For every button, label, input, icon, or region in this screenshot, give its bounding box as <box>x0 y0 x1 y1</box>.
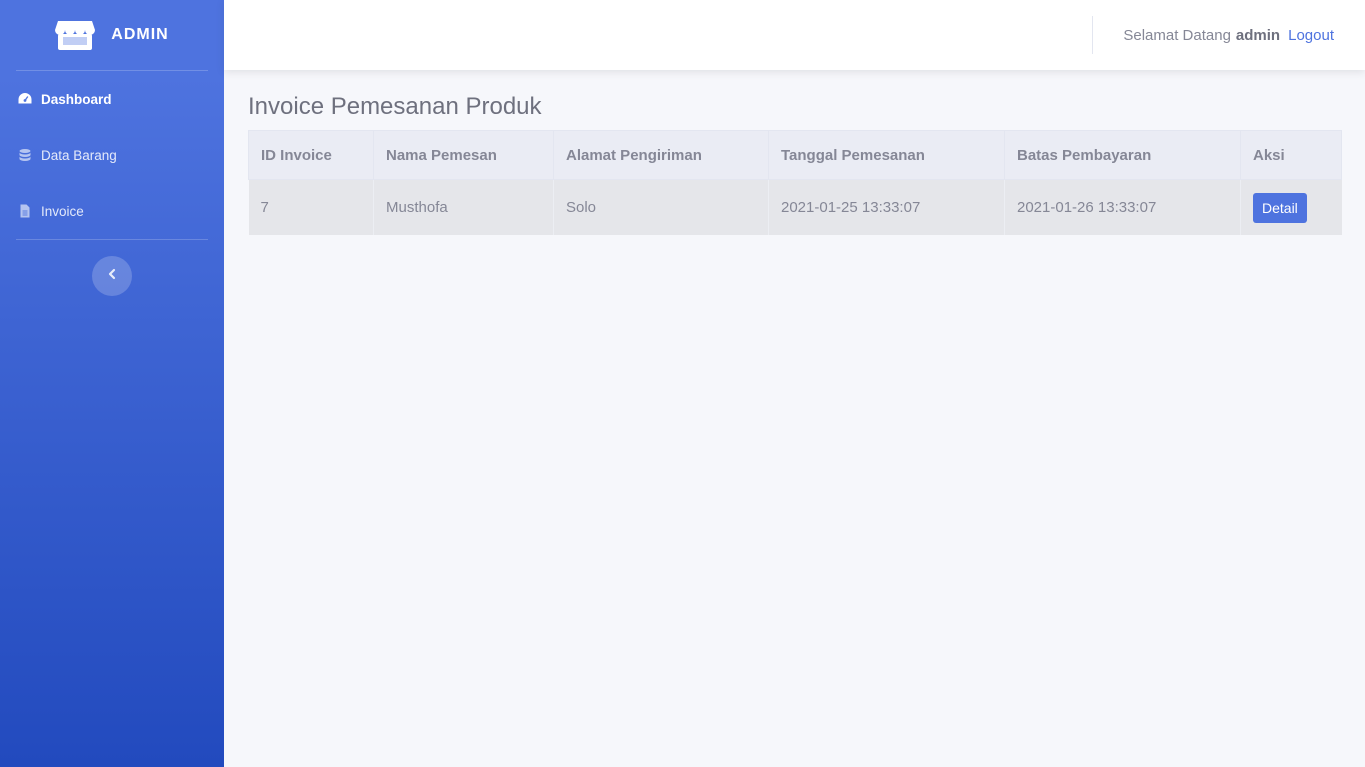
sidebar-item-dashboard[interactable]: Dashboard <box>0 71 224 127</box>
column-header-batas: Batas Pembayaran <box>1004 130 1241 180</box>
store-icon <box>55 19 96 51</box>
database-icon <box>18 148 32 162</box>
brand[interactable]: ADMIN <box>0 0 224 70</box>
table-header-row: ID Invoice Nama Pemesan Alamat Pengirima… <box>248 130 1342 180</box>
file-icon <box>18 204 32 218</box>
cell-aksi: Detail <box>1240 179 1342 235</box>
logout-link[interactable]: Logout <box>1288 27 1334 44</box>
column-header-id: ID Invoice <box>248 130 374 180</box>
user-info: Selamat Datang admin Logout <box>1123 0 1334 70</box>
sidebar-item-invoice[interactable]: Invoice <box>0 183 224 239</box>
cell-alamat: Solo <box>553 179 769 235</box>
topbar-divider <box>1092 16 1093 54</box>
sidebar-item-data-barang[interactable]: Data Barang <box>0 127 224 183</box>
topbar: Selamat Datang admin Logout <box>224 0 1365 70</box>
sidebar-item-label: Invoice <box>41 203 84 219</box>
welcome-text: Selamat Datang <box>1123 26 1231 44</box>
sidebar: ADMIN Dashboard Data Barang Invoice <box>0 0 224 767</box>
detail-button[interactable]: Detail <box>1253 192 1307 223</box>
cell-batas: 2021-01-26 13:33:07 <box>1004 179 1241 235</box>
brand-title: ADMIN <box>111 26 169 43</box>
username: admin <box>1235 26 1281 44</box>
sidebar-item-label: Data Barang <box>41 147 117 163</box>
cell-id: 7 <box>248 179 374 235</box>
column-header-alamat: Alamat Pengiriman <box>553 130 769 180</box>
sidebar-divider <box>16 239 208 240</box>
column-header-aksi: Aksi <box>1240 130 1342 180</box>
sidebar-item-label: Dashboard <box>41 91 112 107</box>
invoice-table: ID Invoice Nama Pemesan Alamat Pengirima… <box>248 130 1342 235</box>
chevron-left-icon <box>107 267 117 285</box>
cell-nama: Musthofa <box>373 179 554 235</box>
sidebar-toggle-button[interactable] <box>92 256 132 296</box>
column-header-nama: Nama Pemesan <box>373 130 554 180</box>
cell-tanggal: 2021-01-25 13:33:07 <box>768 179 1005 235</box>
table-row: 7 Musthofa Solo 2021-01-25 13:33:07 2021… <box>248 179 1342 235</box>
column-header-tanggal: Tanggal Pemesanan <box>768 130 1005 180</box>
tachometer-icon <box>18 92 32 106</box>
page-title: Invoice Pemesanan Produk <box>248 93 542 120</box>
